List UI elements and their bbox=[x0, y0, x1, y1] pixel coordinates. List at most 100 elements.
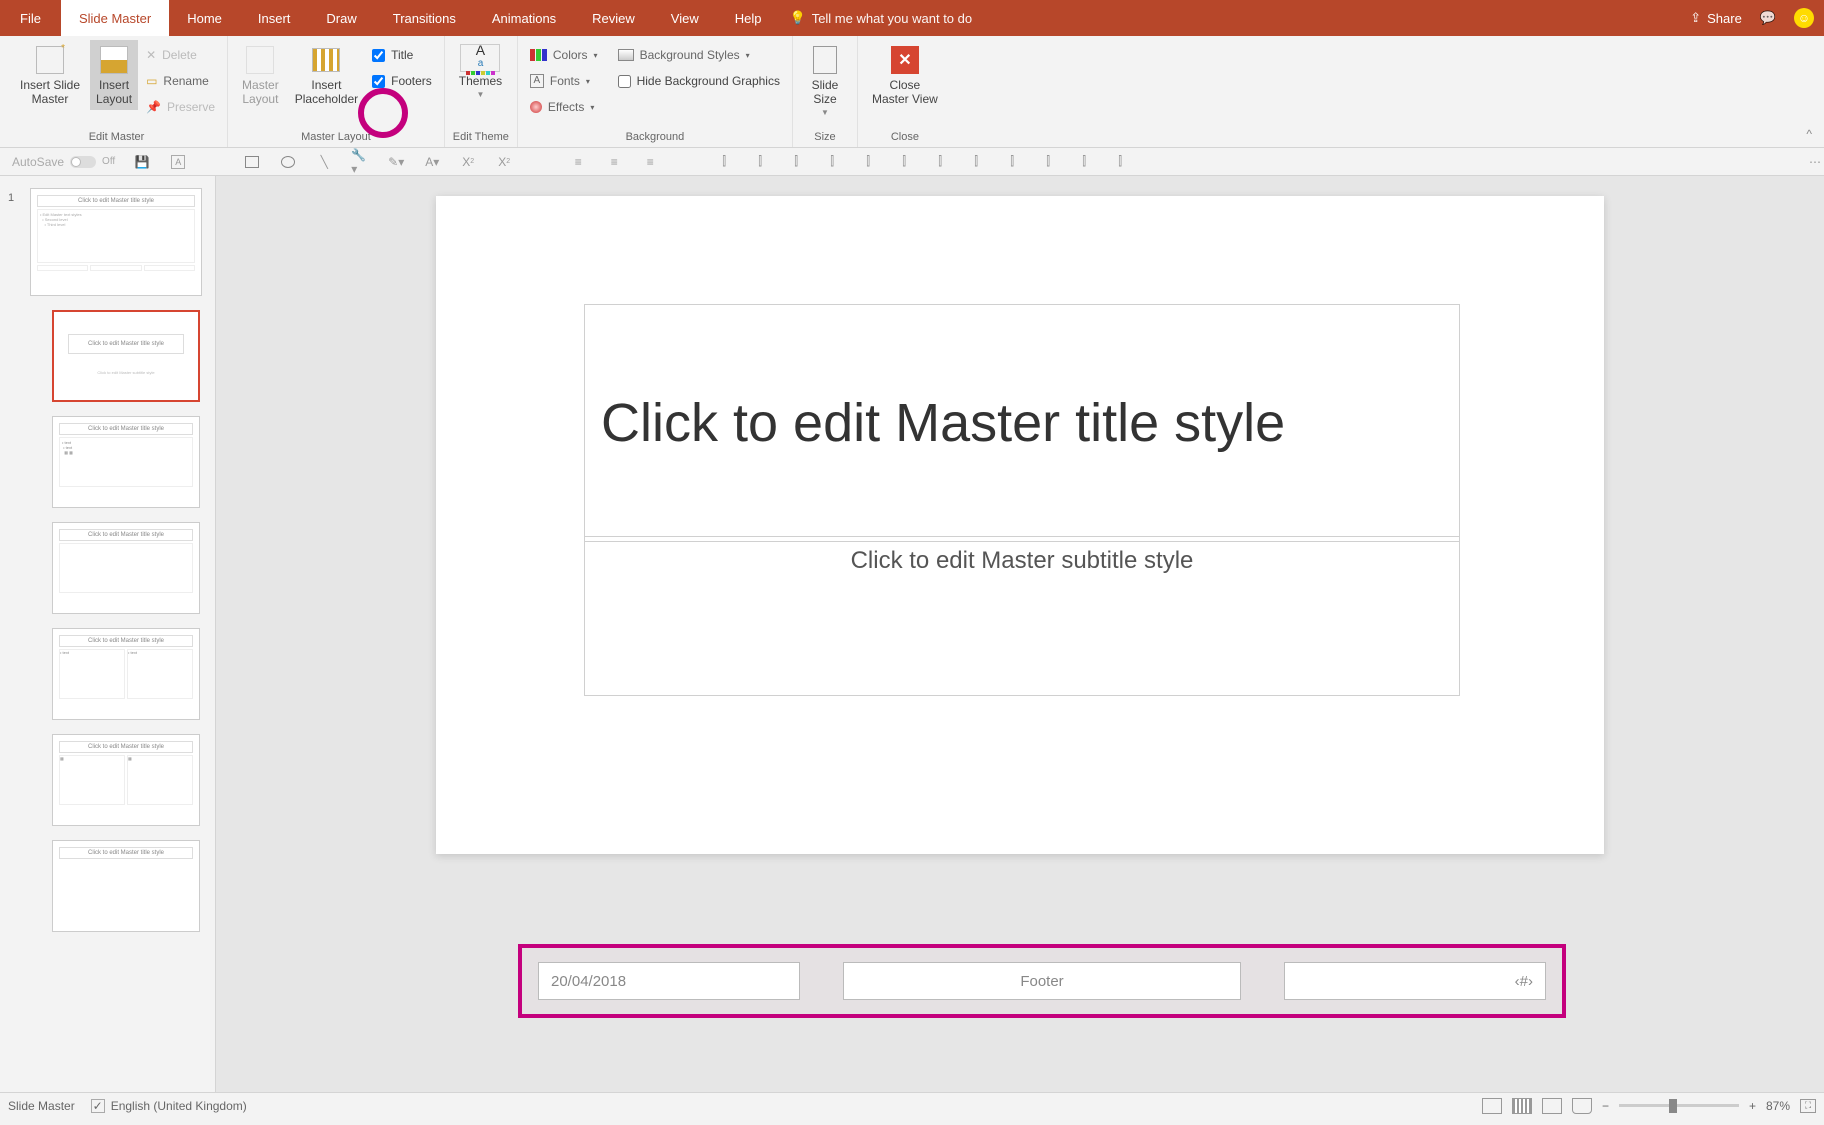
slide-number-placeholder[interactable]: ‹#› bbox=[1284, 962, 1546, 1000]
tab-transitions[interactable]: Transitions bbox=[375, 0, 474, 36]
layout-thumbnail-5[interactable]: Click to edit Master title style ▦▦ bbox=[52, 734, 200, 826]
zoom-in-button[interactable]: + bbox=[1749, 1099, 1756, 1113]
zoom-slider[interactable] bbox=[1619, 1104, 1739, 1107]
layout-thumbnail-6[interactable]: Click to edit Master title style bbox=[52, 840, 200, 932]
preserve-button[interactable]: 📌 Preserve bbox=[142, 96, 219, 118]
distribute-v-button[interactable]: ⫿ bbox=[967, 153, 985, 171]
group-background: Colors ▾ A Fonts ▾ Effects ▾ Background bbox=[518, 36, 793, 147]
save-button[interactable]: 💾 bbox=[133, 153, 151, 171]
align-left-button[interactable]: ≡ bbox=[569, 153, 587, 171]
feedback-icon[interactable]: 💬 bbox=[1760, 10, 1776, 26]
qat-more-button[interactable]: ⋯ bbox=[1806, 153, 1824, 171]
group-close-label: Close bbox=[866, 129, 944, 145]
date-placeholder-text: 20/04/2018 bbox=[551, 973, 626, 990]
master-layout-icon bbox=[246, 46, 274, 74]
slideshow-view-button[interactable] bbox=[1572, 1098, 1592, 1114]
footers-checkbox-input[interactable] bbox=[372, 75, 385, 88]
oval-shape-button[interactable] bbox=[279, 153, 297, 171]
subtitle-placeholder[interactable]: Click to edit Master subtitle style bbox=[584, 536, 1460, 696]
normal-view-button[interactable] bbox=[1482, 1098, 1502, 1114]
layout-thumbnail-1[interactable]: Click to edit Master title style Click t… bbox=[52, 310, 200, 402]
thumbnail-panel[interactable]: 1 Click to edit Master title style • Edi… bbox=[0, 176, 216, 1092]
align-objects-button-11[interactable]: ⫿ bbox=[1075, 153, 1093, 171]
status-mode[interactable]: Slide Master bbox=[8, 1099, 75, 1113]
insert-placeholder-button[interactable]: InsertPlaceholder bbox=[289, 40, 364, 110]
align-objects-button-10[interactable]: ⫿ bbox=[1039, 153, 1057, 171]
layout-thumbnail-3[interactable]: Click to edit Master title style bbox=[52, 522, 200, 614]
tell-me-search[interactable]: 💡 Tell me what you want to do bbox=[790, 10, 973, 26]
align-objects-button-4[interactable]: ⫿ bbox=[823, 153, 841, 171]
fill-color-button[interactable]: 🔧▾ bbox=[351, 153, 369, 171]
slide-master-thumbnail[interactable]: Click to edit Master title style • Edit … bbox=[30, 188, 202, 296]
tab-bar: File Slide Master Home Insert Draw Trans… bbox=[0, 0, 1824, 36]
align-objects-button-5[interactable]: ⫿ bbox=[859, 153, 877, 171]
preserve-icon: 📌 bbox=[146, 100, 161, 114]
tab-file[interactable]: File bbox=[0, 0, 61, 36]
title-checkbox-input[interactable] bbox=[372, 49, 385, 62]
qat-textbox-icon[interactable]: A bbox=[169, 153, 187, 171]
language-button[interactable]: ✓ English (United Kingdom) bbox=[91, 1099, 247, 1113]
close-master-view-button[interactable]: ✕ CloseMaster View bbox=[866, 40, 944, 110]
hide-bg-checkbox-input[interactable] bbox=[618, 75, 631, 88]
slide-number-placeholder-text: ‹#› bbox=[1515, 973, 1533, 990]
hide-background-graphics-checkbox[interactable]: Hide Background Graphics bbox=[614, 70, 784, 92]
title-placeholder[interactable]: Click to edit Master title style bbox=[584, 304, 1460, 542]
footer-placeholder[interactable]: Footer bbox=[843, 962, 1241, 1000]
tab-draw[interactable]: Draw bbox=[308, 0, 374, 36]
footers-checkbox[interactable]: Footers bbox=[368, 70, 436, 92]
tab-home[interactable]: Home bbox=[169, 0, 240, 36]
tab-help[interactable]: Help bbox=[717, 0, 780, 36]
themes-button[interactable]: Aa Themes ▼ bbox=[453, 40, 508, 103]
align-objects-button-3[interactable]: ⫿ bbox=[787, 153, 805, 171]
align-right-button[interactable]: ≡ bbox=[641, 153, 659, 171]
line-shape-button[interactable]: ╲ bbox=[315, 153, 333, 171]
layout-thumbnail-2[interactable]: Click to edit Master title style • text … bbox=[52, 416, 200, 508]
align-objects-button-9[interactable]: ⫿ bbox=[1003, 153, 1021, 171]
background-styles-button[interactable]: Background Styles ▾ bbox=[614, 44, 784, 66]
tab-slide-master[interactable]: Slide Master bbox=[61, 0, 169, 36]
sorter-view-button[interactable] bbox=[1512, 1098, 1532, 1114]
collapse-ribbon-button[interactable]: ^ bbox=[1806, 127, 1812, 141]
insert-layout-button[interactable]: InsertLayout bbox=[90, 40, 138, 110]
slide-editor[interactable]: Click to edit Master title style Click t… bbox=[216, 176, 1824, 1092]
share-label: Share bbox=[1707, 11, 1742, 26]
effects-button[interactable]: Effects ▾ bbox=[526, 96, 602, 118]
date-placeholder[interactable]: 20/04/2018 bbox=[538, 962, 800, 1000]
distribute-h-button[interactable]: ⫿ bbox=[931, 153, 949, 171]
reading-view-button[interactable] bbox=[1542, 1098, 1562, 1114]
slide-canvas[interactable]: Click to edit Master title style Click t… bbox=[436, 196, 1604, 854]
tab-animations[interactable]: Animations bbox=[474, 0, 574, 36]
align-objects-button[interactable]: ⫿ bbox=[715, 153, 733, 171]
colors-button[interactable]: Colors ▾ bbox=[526, 44, 602, 66]
title-checkbox[interactable]: Title bbox=[368, 44, 436, 66]
tab-view[interactable]: View bbox=[653, 0, 717, 36]
share-button[interactable]: ⇪ Share bbox=[1690, 10, 1742, 26]
outline-button[interactable]: ✎▾ bbox=[387, 153, 405, 171]
zoom-slider-thumb[interactable] bbox=[1669, 1099, 1677, 1113]
zoom-out-button[interactable]: − bbox=[1602, 1099, 1609, 1113]
rectangle-shape-button[interactable] bbox=[243, 153, 261, 171]
fonts-button[interactable]: A Fonts ▾ bbox=[526, 70, 602, 92]
title-placeholder-text: Click to edit Master title style bbox=[601, 392, 1285, 454]
slide-size-button[interactable]: SlideSize ▼ bbox=[801, 40, 849, 121]
master-layout-button[interactable]: MasterLayout bbox=[236, 40, 285, 110]
rename-button[interactable]: ▭ Rename bbox=[142, 70, 219, 92]
delete-button[interactable]: ✕ Delete bbox=[142, 44, 219, 66]
tab-review[interactable]: Review bbox=[574, 0, 653, 36]
align-objects-button-6[interactable]: ⫿ bbox=[895, 153, 913, 171]
tab-insert[interactable]: Insert bbox=[240, 0, 309, 36]
subscript-button[interactable]: X2 bbox=[459, 153, 477, 171]
align-objects-button-12[interactable]: ⫿ bbox=[1111, 153, 1129, 171]
group-master-layout-label: Master Layout bbox=[236, 129, 436, 145]
autosave-toggle[interactable]: AutoSave Off bbox=[12, 155, 115, 169]
align-center-button[interactable]: ≡ bbox=[605, 153, 623, 171]
superscript-button[interactable]: X2 bbox=[495, 153, 513, 171]
layout-thumbnail-4[interactable]: Click to edit Master title style • text•… bbox=[52, 628, 200, 720]
font-color-button[interactable]: A▾ bbox=[423, 153, 441, 171]
align-objects-button-2[interactable]: ⫿ bbox=[751, 153, 769, 171]
insert-slide-master-button[interactable]: Insert SlideMaster bbox=[14, 40, 86, 110]
zoom-level[interactable]: 87% bbox=[1766, 1099, 1790, 1113]
smiley-icon[interactable]: ☺ bbox=[1794, 8, 1814, 28]
group-master-layout: MasterLayout InsertPlaceholder Title Foo… bbox=[228, 36, 445, 147]
fit-to-window-button[interactable]: ⛶ bbox=[1800, 1099, 1816, 1113]
